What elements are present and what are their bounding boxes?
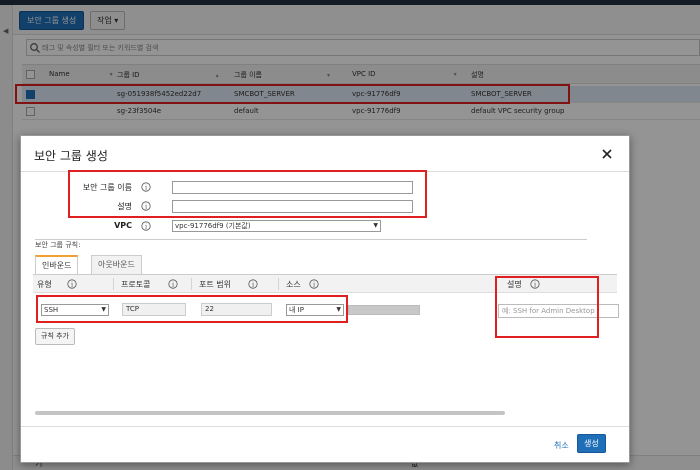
rule-column-source: 소스 [286,280,301,289]
dialog-footer: 취소 생성 [21,426,629,463]
chevron-down-icon: ▼ [373,222,378,229]
svg-text:i: i [145,203,147,211]
info-icon[interactable]: i [530,279,540,289]
chevron-down-icon: ▼ [101,306,106,313]
info-icon[interactable]: i [141,221,151,231]
info-icon[interactable]: i [141,182,151,192]
rule-type-select[interactable]: SSH ▼ [41,304,109,316]
create-security-group-dialog: 보안 그룹 생성 보안 그룹 이름 i 설명 i VPC i vpc-91776… [20,135,630,463]
info-icon[interactable]: i [309,279,319,289]
security-group-name-input[interactable] [172,181,413,194]
rule-protocol-field: TCP [122,303,186,316]
vpc-label: VPC [114,221,132,230]
svg-text:i: i [71,281,73,289]
rule-column-type: 유형 [37,280,52,289]
rule-column-protocol: 프로토콜 [121,280,151,289]
info-icon[interactable]: i [67,279,77,289]
dialog-header: 보안 그룹 생성 [21,136,629,172]
rules-table: 유형 i 프로토콜 i 포트 범위 i 소스 i 설명 i [33,274,617,418]
vpc-select-value: vpc-91776df9 (기본값) [175,222,251,230]
rules-section-label: 보안 그룹 규칙: [35,241,81,249]
add-rule-button[interactable]: 규칙 추가 [35,328,75,345]
close-icon[interactable] [601,148,613,160]
rule-type-value: SSH [44,306,59,314]
cancel-button[interactable]: 취소 [554,440,569,451]
column-separator [278,278,279,290]
tab-outbound[interactable]: 아웃바운드 [91,255,142,274]
rule-description-input[interactable]: 예: SSH for Admin Desktop [498,304,619,318]
source-cidr-input[interactable] [348,305,420,315]
chevron-down-icon: ▼ [336,306,341,313]
rules-table-header: 유형 i 프로토콜 i 포트 범위 i 소스 i 설명 i [33,275,617,293]
info-icon[interactable]: i [248,279,258,289]
security-group-name-label: 보안 그룹 이름 [82,183,132,192]
rule-source-select[interactable]: 내 IP ▼ [286,304,344,316]
svg-text:i: i [145,223,147,231]
info-icon[interactable]: i [141,201,151,211]
svg-text:i: i [172,281,174,289]
svg-text:i: i [534,281,536,289]
rule-column-description: 설명 [507,280,522,289]
rule-source-value: 내 IP [289,306,304,314]
svg-text:i: i [252,281,254,289]
rule-port-range-field: 22 [201,303,272,316]
horizontal-scrollbar[interactable] [35,411,505,415]
column-separator [113,278,114,290]
description-label: 설명 [117,202,132,211]
column-separator [191,278,192,290]
svg-text:i: i [145,184,147,192]
info-icon[interactable]: i [168,279,178,289]
svg-text:i: i [313,281,315,289]
tab-inbound[interactable]: 인바운드 [35,255,79,274]
dialog-title: 보안 그룹 생성 [34,149,108,163]
vpc-select[interactable]: vpc-91776df9 (기본값) ▼ [172,220,381,232]
description-input[interactable] [172,200,413,213]
rule-column-port-range: 포트 범위 [199,280,231,289]
create-button[interactable]: 생성 [577,434,606,453]
rules-divider [35,239,587,240]
